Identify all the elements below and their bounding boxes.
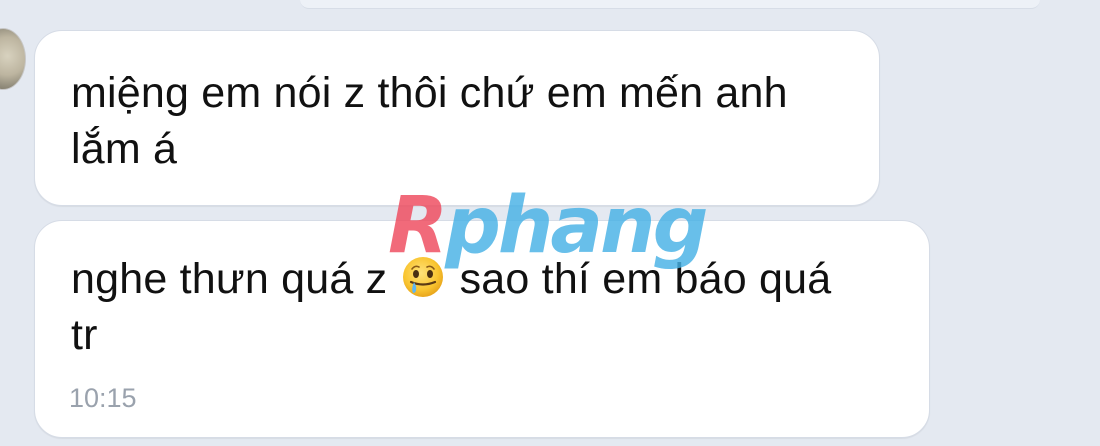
message-line: tr	[71, 311, 98, 359]
message-line: lắm á	[71, 125, 178, 173]
message-bubble[interactable]: miệng em nói z thôi chứ em mến anh lắm á	[34, 30, 880, 206]
contact-avatar[interactable]	[0, 28, 26, 90]
watermark-text: phang	[445, 181, 708, 271]
previous-message-edge	[300, 0, 1040, 9]
message-text: miệng em nói z thôi chứ em mến anh lắm á	[71, 65, 788, 177]
message-segment: nghe thưn quá z	[71, 255, 400, 303]
watermark-logo: Rphang	[388, 186, 708, 266]
message-timestamp: 10:15	[69, 383, 137, 413]
message-line: miệng em nói z thôi chứ em mến anh	[71, 69, 788, 117]
watermark-letter: R	[388, 181, 448, 271]
